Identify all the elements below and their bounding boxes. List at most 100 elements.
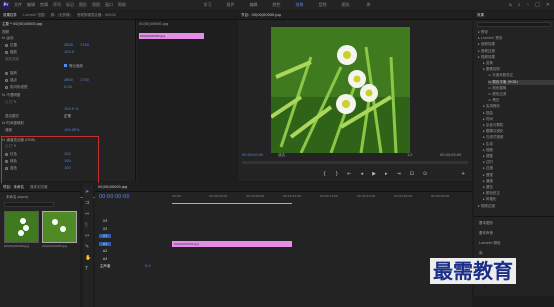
section-opacity[interactable]: fx 不透明度	[2, 93, 20, 98]
program-timecode[interactable]: 00:00:00:00	[242, 153, 263, 157]
effect-tree-item[interactable]: ▸ Lumetri 预设	[478, 36, 502, 41]
resolution-select[interactable]: 1/2	[407, 153, 413, 157]
ripple-edit-icon[interactable]: ⇔	[85, 211, 91, 217]
essential-sound[interactable]: 基本声音	[479, 231, 493, 236]
home-icon[interactable]: ⌂	[509, 1, 512, 9]
effect-tree-item[interactable]: ▸ 生成	[483, 142, 493, 147]
fit-select[interactable]: 适合	[278, 153, 285, 158]
blend-mode-select[interactable]: 正常	[64, 114, 71, 119]
effect-tree-item[interactable]: ▸ 杂色与颗粒	[483, 123, 503, 128]
menu-clip[interactable]: 剪辑	[40, 1, 48, 9]
ws-learn[interactable]: 学习	[196, 1, 219, 9]
anchor-x-value[interactable]: 2800	[64, 78, 73, 82]
green-value[interactable]: 100	[64, 159, 71, 163]
keyframe-toggle-icon[interactable]	[5, 85, 8, 89]
step-forward-icon[interactable]: ▸	[385, 171, 388, 177]
maximize-icon[interactable]: □	[535, 1, 540, 9]
menu-sequence[interactable]: 序列	[53, 1, 61, 9]
anchor-y-value[interactable]: 1700	[80, 78, 89, 82]
project-item[interactable]	[4, 211, 39, 243]
effect-tree-item[interactable]: ▸ 视频过渡	[478, 204, 495, 209]
keyframe-toggle-icon[interactable]	[5, 71, 8, 75]
effect-tree-item[interactable]: ▸ 图像控制	[483, 67, 500, 72]
go-to-in-icon[interactable]: ⇤	[347, 171, 351, 177]
go-to-out-icon[interactable]: ⇥	[396, 171, 400, 177]
close-icon[interactable]: ✕	[546, 1, 550, 9]
keyframe-toggle-icon[interactable]	[5, 50, 8, 54]
track-header[interactable]: V3	[99, 219, 169, 225]
ws-libraries[interactable]: 库	[357, 1, 380, 9]
track-header[interactable]: V2	[99, 227, 169, 233]
ws-assembly[interactable]: 组件	[219, 1, 242, 9]
mark-out-icon[interactable]: }	[335, 171, 338, 177]
effect-tree-item[interactable]: ▸ 风格化	[483, 197, 496, 202]
effect-tree-item[interactable]: ▸ 透视	[483, 173, 493, 178]
effect-tree-item[interactable]: ▸ 沉浸式视频	[483, 135, 503, 140]
step-back-icon[interactable]: ◂	[361, 171, 364, 177]
track-header[interactable]: V1	[99, 234, 169, 240]
effect-tree-item[interactable]: ▸ 通道	[483, 179, 493, 184]
scale-value[interactable]: 100.0	[64, 50, 74, 54]
effect-tree-item[interactable]: ▸ 视频	[483, 148, 493, 153]
keyframe-toggle-icon[interactable]	[5, 43, 8, 47]
section-channel-mixer[interactable]: fx 通道混合器 (RGB)	[2, 138, 35, 143]
tab-source[interactable]: 源：(无剪辑)	[51, 13, 71, 18]
master-volume-value[interactable]: 0.0	[145, 264, 151, 268]
add-button-icon[interactable]: +	[461, 171, 465, 177]
type-icon[interactable]: T	[85, 266, 91, 272]
channel-mask-tools[interactable]: ○ □ ✎	[5, 144, 17, 148]
keyframe-toggle-icon[interactable]	[5, 159, 8, 163]
timeline-tab[interactable]: 00(00)00000.jpg	[98, 185, 127, 189]
effect-tree-item[interactable]: ▸ 键控	[483, 185, 493, 190]
ws-graphics[interactable]: 图形	[334, 1, 357, 9]
effect-tree-item[interactable]: ▭ 黑白	[488, 98, 499, 103]
track-header[interactable]: A3	[99, 257, 169, 263]
effect-tree-item[interactable]: ▸ 模糊与锐化	[483, 129, 503, 134]
position-y-value[interactable]: 1700	[80, 43, 89, 47]
libraries[interactable]: 库	[479, 251, 483, 256]
program-title[interactable]: 节目：00(00)00000.jpg	[241, 13, 281, 18]
mask-tools[interactable]: ○ □ ✎	[5, 100, 17, 104]
speed-value[interactable]: 100.00%	[64, 128, 80, 132]
project-item[interactable]	[42, 211, 77, 243]
essential-graphics[interactable]: 基本图形	[479, 221, 493, 226]
effect-tree-item[interactable]: ▸ 扭曲	[483, 111, 493, 116]
effect-tree-item[interactable]: ▸ 变换	[483, 61, 493, 66]
track-header[interactable]: A1	[99, 241, 169, 248]
search-icon[interactable]: ⌕	[518, 1, 521, 9]
effect-tree-item[interactable]: ▸ 预设	[478, 30, 488, 35]
section-time-remap[interactable]: fx 时间重映射	[2, 121, 24, 126]
effect-tree-item[interactable]: ▸ 颜色校正	[483, 191, 500, 196]
project-search[interactable]	[4, 202, 54, 207]
flicker-value[interactable]: 0.00	[64, 85, 72, 89]
effect-tree-item[interactable]: ▭ 颜色过滤	[488, 92, 506, 97]
ws-editing[interactable]: 编辑	[242, 1, 265, 9]
effect-tree-item[interactable]: ▭ 灰度系数校正	[488, 73, 513, 78]
lift-icon[interactable]: ⊡	[410, 171, 414, 177]
minimize-icon[interactable]: –	[527, 1, 530, 9]
section-motion[interactable]: fx 运动	[2, 36, 13, 41]
keyframe-toggle-icon[interactable]	[5, 166, 8, 170]
menu-help[interactable]: 帮助	[118, 1, 126, 9]
hand-icon[interactable]: ✋	[85, 255, 91, 261]
play-icon[interactable]: ▶	[372, 171, 376, 177]
menu-view[interactable]: 视图	[92, 1, 100, 9]
pen-icon[interactable]: ✎	[85, 244, 91, 250]
track-select-icon[interactable]: ⇉	[85, 200, 91, 206]
effect-tree-item[interactable]: ▸ 时间	[483, 117, 493, 122]
tab-effect-controls[interactable]: 效果控件	[3, 13, 17, 18]
keyframe-toggle-icon[interactable]	[5, 78, 8, 82]
keyframe-toggle-icon[interactable]	[5, 152, 8, 156]
ws-effects[interactable]: 效果	[288, 1, 311, 9]
effect-tree-item[interactable]: ▸ 过时	[483, 160, 493, 165]
effect-tree-item[interactable]: ▭ 颜色平衡 (RGB)	[488, 79, 554, 85]
effect-tree-item[interactable]: ▸ 音频效果	[478, 42, 495, 47]
opacity-value[interactable]: 100.0 %	[64, 107, 78, 111]
effect-tree-item[interactable]: ▸ 调整	[483, 154, 493, 159]
tab-lumetri-scopes[interactable]: Lumetri 范围	[23, 13, 45, 18]
timeline-ruler[interactable]: 00:00 00:00:04:00 00:00:08:00 00:00:12:00 00…	[172, 194, 468, 202]
uniform-scale-checkbox[interactable]: 等比缩放	[64, 64, 83, 69]
mark-in-icon[interactable]: {	[323, 171, 326, 177]
track-header[interactable]: A2	[99, 249, 169, 255]
effect-tree-item[interactable]: ▭ 颜色替换	[488, 86, 506, 91]
